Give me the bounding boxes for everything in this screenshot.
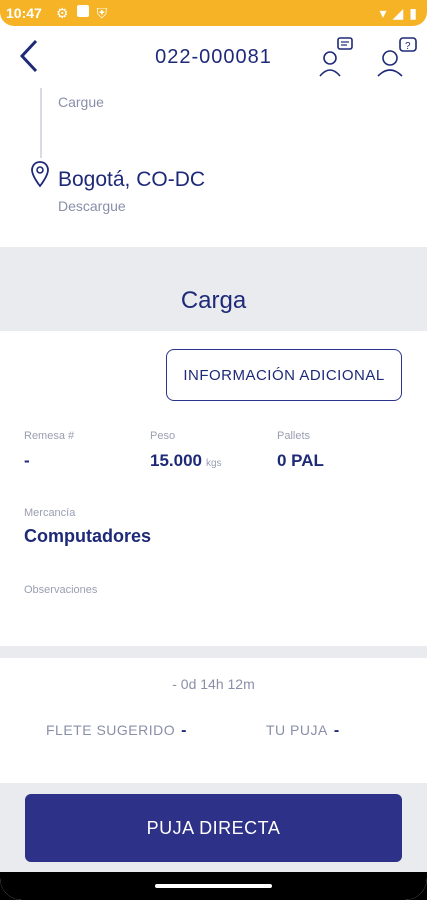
status-time: 10:47: [6, 5, 42, 21]
your-bid-value: -: [333, 722, 340, 739]
section-title: Carga: [180, 287, 247, 314]
destination: Bogotá, CO-DC: [58, 168, 206, 191]
home-gesture-handle[interactable]: [155, 884, 272, 888]
peso-unit: kgs: [206, 458, 222, 469]
support-agent-icon[interactable]: [316, 36, 356, 80]
battery-icon: ▮: [409, 5, 417, 21]
notification-icon: [76, 5, 89, 17]
settings-icon: ⚙: [56, 5, 69, 21]
suggested-freight-value: -: [181, 722, 187, 739]
mercancia-label: Mercancía: [24, 507, 76, 519]
peso-field: 15.000 kgs: [150, 451, 222, 471]
pallets-value: 0 PAL: [277, 451, 324, 470]
suggested-freight: FLETE SUGERIDO -: [46, 722, 187, 740]
status-icons-left: ⚙ ⛨: [56, 5, 107, 22]
suggested-freight-label: FLETE SUGERIDO: [46, 722, 176, 738]
signal-icon: ◢: [392, 5, 404, 21]
help-chat-icon[interactable]: ?: [376, 36, 420, 80]
trip-id: 022-000081: [155, 46, 272, 68]
mercancia-value: Computadores: [24, 526, 152, 546]
your-bid-label: TU PUJA: [266, 722, 328, 738]
peso-value: 15.000: [150, 451, 202, 470]
status-bar: 10:47 ⚙ ⛨ ▾ ◢ ▮: [0, 0, 427, 26]
direct-bid-button[interactable]: PUJA DIRECTA: [25, 794, 402, 862]
bid-timer: - 0d 14h 12m: [172, 676, 255, 692]
location-pin-icon: [31, 161, 49, 188]
route-line: [40, 88, 42, 158]
wifi-icon: ▾: [379, 5, 387, 21]
status-icons-right: ▾ ◢ ▮: [379, 5, 417, 22]
svg-text:?: ?: [405, 41, 411, 52]
remesa-label: Remesa #: [24, 430, 75, 442]
destination-label: Descargue: [58, 198, 126, 214]
remesa-value: -: [24, 451, 30, 470]
header: 022-000081 ?: [0, 26, 427, 90]
peso-label: Peso: [150, 430, 176, 442]
origin-label: Cargue: [58, 94, 104, 110]
additional-info-button[interactable]: INFORMACIÓN ADICIONAL: [166, 349, 402, 401]
pallets-label: Pallets: [277, 430, 311, 442]
section-divider: [0, 646, 427, 658]
your-bid: TU PUJA -: [266, 722, 340, 740]
shield-icon: ⛨: [96, 5, 108, 21]
app-screen: 10:47 ⚙ ⛨ ▾ ◢ ▮ 022-000081 ? Cargue Bogo…: [0, 0, 427, 900]
observaciones-label: Observaciones: [24, 584, 98, 596]
